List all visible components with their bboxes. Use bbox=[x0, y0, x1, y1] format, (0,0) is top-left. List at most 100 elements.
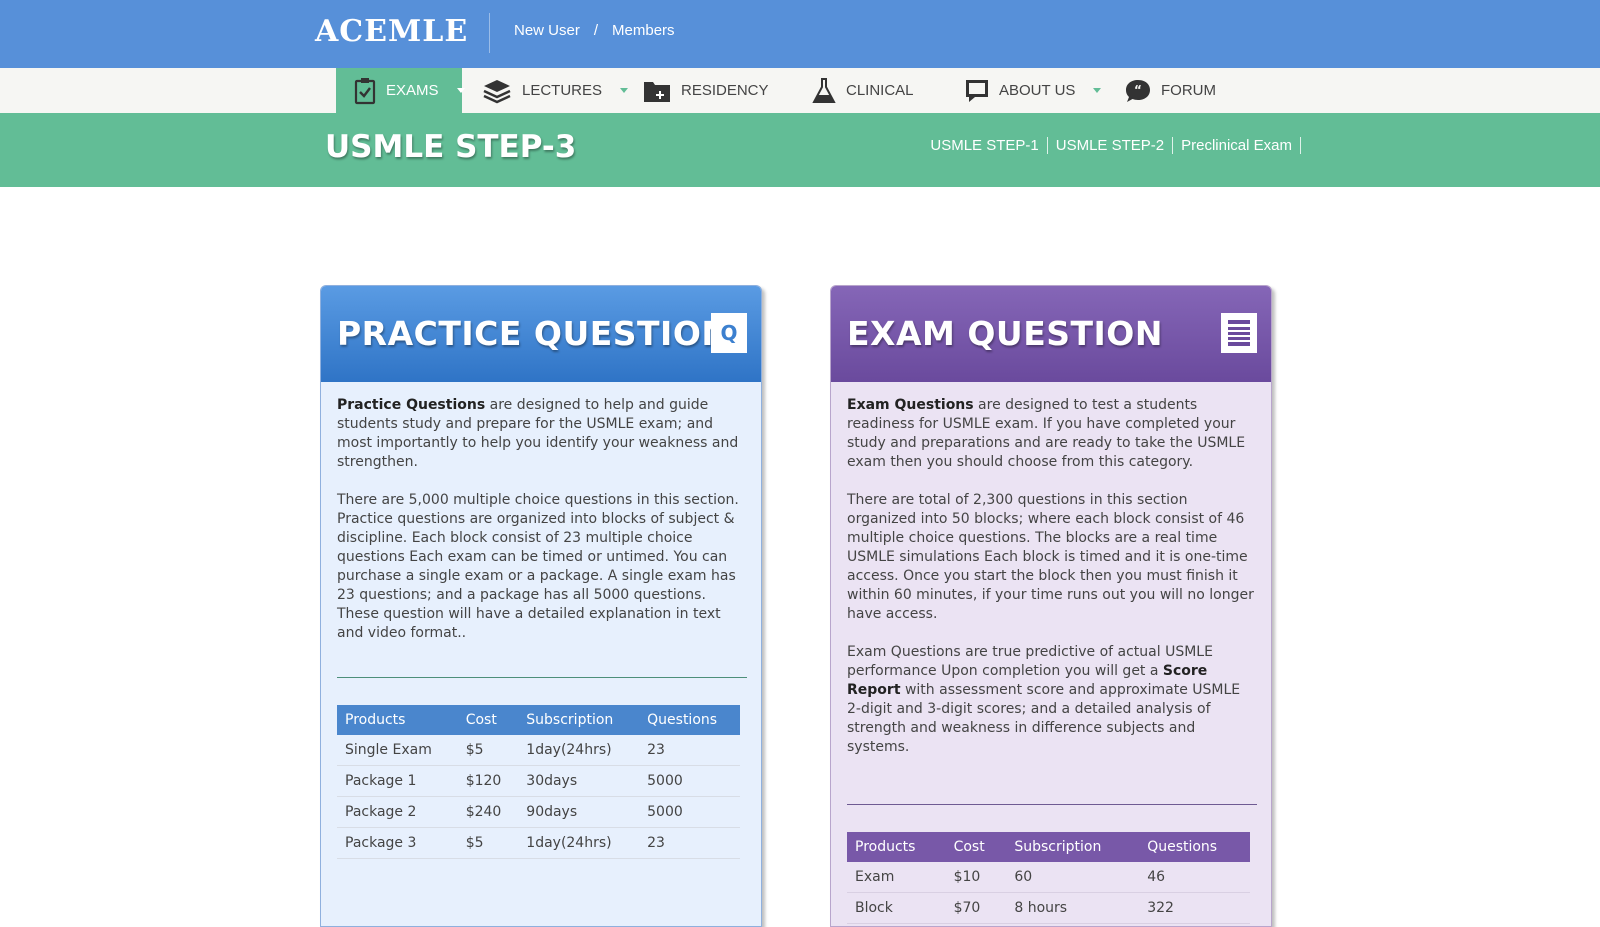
table-header-row: Products Cost Subscription Questions bbox=[847, 832, 1250, 862]
nav-label: ABOUT US bbox=[999, 82, 1076, 99]
link-separator: / bbox=[593, 22, 599, 39]
svg-text:“: “ bbox=[1134, 83, 1142, 97]
nav-label: CLINICAL bbox=[846, 82, 914, 99]
questions-cell: 46 bbox=[1139, 862, 1250, 893]
new-user-link[interactable]: New User bbox=[514, 22, 580, 39]
table-row[interactable]: Exam $10 60 46 bbox=[847, 862, 1250, 893]
intro-paragraph: Practice Questions are designed to help … bbox=[337, 396, 747, 472]
card-header[interactable]: EXAM QUESTION bbox=[831, 286, 1271, 382]
section-links: USMLE STEP-1 USMLE STEP-2 Preclinical Ex… bbox=[922, 137, 1301, 154]
predictive-paragraph: Exam Questions are true predictive of ac… bbox=[847, 643, 1257, 757]
nav-item-residency[interactable]: RESIDENCY bbox=[643, 68, 769, 113]
exam-question-card: EXAM QUESTION Exam Questions are designe… bbox=[830, 285, 1272, 927]
column-header: Questions bbox=[639, 705, 740, 735]
product-cell: Single Exam bbox=[337, 735, 458, 766]
column-header: Products bbox=[847, 832, 946, 862]
intro-bold: Practice Questions bbox=[337, 397, 486, 413]
quote-bubble-icon: “ bbox=[1125, 78, 1151, 104]
table-row[interactable]: Package 2 $240 90days 5000 bbox=[337, 796, 740, 828]
subscription-cell: 60 bbox=[1006, 862, 1140, 893]
column-header: Subscription bbox=[518, 705, 640, 735]
questions-cell: 5000 bbox=[639, 765, 740, 797]
header-divider bbox=[489, 13, 490, 53]
predictive-text-end: with assessment score and approximate US… bbox=[847, 682, 1241, 755]
intro-paragraph: Exam Questions are designed to test a st… bbox=[847, 396, 1257, 472]
list-icon bbox=[1221, 313, 1257, 353]
subscription-cell: 8 hours bbox=[1006, 892, 1140, 924]
subscription-cell: 90days bbox=[518, 796, 640, 828]
pricing-table: Products Cost Subscription Questions Sin… bbox=[337, 705, 740, 859]
badge-letter: Q bbox=[720, 321, 738, 345]
questions-cell: 23 bbox=[639, 827, 740, 859]
pricing-table: Products Cost Subscription Questions Exa… bbox=[847, 832, 1250, 924]
page-title: USMLE STEP-3 bbox=[325, 129, 577, 165]
subscription-cell: 1day(24hrs) bbox=[518, 827, 640, 859]
product-cell: Package 3 bbox=[337, 827, 458, 859]
cost-cell: $240 bbox=[457, 796, 519, 828]
user-links: New User / Members bbox=[514, 22, 675, 39]
column-header: Cost bbox=[457, 705, 519, 735]
product-cell: Package 1 bbox=[337, 765, 458, 797]
details-paragraph: There are 5,000 multiple choice question… bbox=[337, 492, 739, 641]
subscription-cell: 1day(24hrs) bbox=[518, 735, 640, 766]
cost-cell: $10 bbox=[945, 862, 1007, 893]
questions-cell: 5000 bbox=[639, 796, 740, 828]
cost-cell: $120 bbox=[457, 765, 519, 797]
card-title: EXAM QUESTION bbox=[847, 314, 1163, 353]
card-title: PRACTICE QUESTION bbox=[337, 314, 730, 353]
intro-bold: Exam Questions bbox=[847, 397, 974, 413]
card-header[interactable]: PRACTICE QUESTION Q bbox=[321, 286, 761, 382]
main-nav: EXAMS LECTURES RESIDENCY CLINICAL ABOUT … bbox=[0, 68, 1600, 113]
cost-cell: $5 bbox=[457, 735, 519, 766]
nav-item-about-us[interactable]: ABOUT US bbox=[965, 68, 1102, 113]
questions-cell: 322 bbox=[1139, 892, 1250, 924]
product-cell: Block bbox=[847, 892, 946, 924]
step-1-link[interactable]: USMLE STEP-1 bbox=[922, 137, 1048, 154]
chevron-down-icon bbox=[456, 88, 465, 93]
nav-item-forum[interactable]: “ FORUM bbox=[1125, 68, 1216, 113]
card-body: Exam Questions are designed to test a st… bbox=[831, 382, 1271, 924]
practice-question-card: PRACTICE QUESTION Q Practice Questions a… bbox=[320, 285, 762, 927]
divider bbox=[847, 804, 1257, 805]
step-2-link[interactable]: USMLE STEP-2 bbox=[1048, 137, 1174, 154]
questions-cell: 23 bbox=[639, 735, 740, 766]
layers-icon bbox=[482, 78, 512, 104]
chevron-down-icon bbox=[620, 88, 629, 93]
q-badge-icon: Q bbox=[711, 313, 747, 353]
nav-label: EXAMS bbox=[386, 82, 439, 99]
chevron-down-icon bbox=[1093, 88, 1102, 93]
cost-cell: $5 bbox=[457, 827, 519, 859]
table-header-row: Products Cost Subscription Questions bbox=[337, 705, 740, 735]
nav-label: FORUM bbox=[1161, 82, 1216, 99]
column-header: Questions bbox=[1139, 832, 1250, 862]
folder-add-icon bbox=[643, 79, 671, 103]
nav-item-clinical[interactable]: CLINICAL bbox=[812, 68, 914, 113]
column-header: Subscription bbox=[1006, 832, 1140, 862]
table-row[interactable]: Package 1 $120 30days 5000 bbox=[337, 765, 740, 797]
card-body: Practice Questions are designed to help … bbox=[321, 382, 761, 859]
nav-item-lectures[interactable]: LECTURES bbox=[482, 68, 629, 113]
top-header: ACEMLE New User / Members bbox=[0, 0, 1600, 68]
column-header: Products bbox=[337, 705, 458, 735]
divider bbox=[337, 677, 747, 678]
members-link[interactable]: Members bbox=[612, 22, 675, 39]
flask-icon bbox=[812, 77, 836, 104]
section-header: USMLE STEP-3 USMLE STEP-1 USMLE STEP-2 P… bbox=[0, 113, 1600, 187]
preclinical-exam-link[interactable]: Preclinical Exam bbox=[1173, 137, 1301, 154]
cost-cell: $70 bbox=[945, 892, 1007, 924]
clipboard-check-icon bbox=[354, 77, 376, 105]
site-logo[interactable]: ACEMLE bbox=[315, 14, 468, 49]
column-header: Cost bbox=[945, 832, 1007, 862]
table-row[interactable]: Block $70 8 hours 322 bbox=[847, 892, 1250, 924]
nav-label: RESIDENCY bbox=[681, 82, 769, 99]
product-cell: Package 2 bbox=[337, 796, 458, 828]
table-row[interactable]: Single Exam $5 1day(24hrs) 23 bbox=[337, 735, 740, 766]
nav-label: LECTURES bbox=[522, 82, 603, 99]
subscription-cell: 30days bbox=[518, 765, 640, 797]
product-cell: Exam bbox=[847, 862, 946, 893]
table-row[interactable]: Package 3 $5 1day(24hrs) 23 bbox=[337, 827, 740, 859]
predictive-text: Exam Questions are true predictive of ac… bbox=[847, 644, 1213, 679]
details-paragraph: There are total of 2,300 questions in th… bbox=[847, 492, 1254, 622]
chat-bubble-icon bbox=[965, 79, 989, 103]
nav-item-exams[interactable]: EXAMS bbox=[336, 68, 465, 113]
